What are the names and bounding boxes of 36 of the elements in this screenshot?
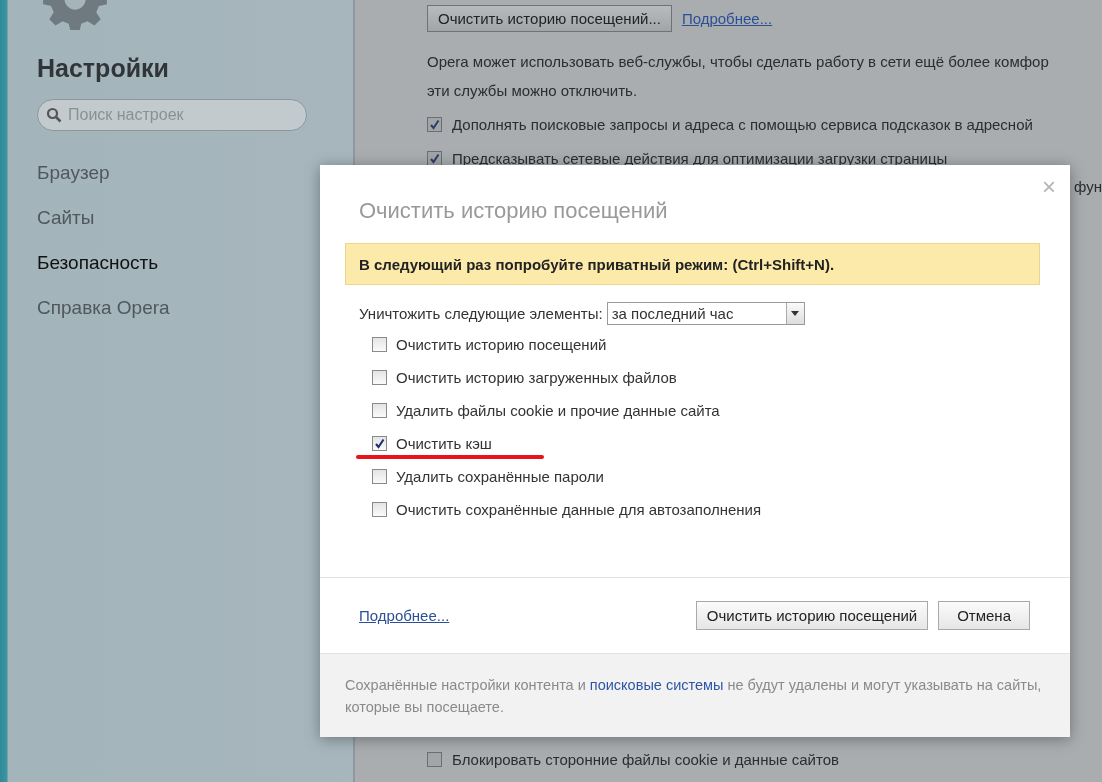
note-text: Сохранённые настройки контента и поисковые системы не будут удалены и могут указывать на сайты, которые вы посещаете. (320, 653, 1070, 737)
option-label: фун (1074, 178, 1102, 195)
search-field[interactable]: Поиск настроек (37, 99, 307, 131)
search-icon (46, 107, 62, 123)
period-label: Уничтожить следующие элементы: (359, 305, 603, 322)
checkbox[interactable] (372, 502, 387, 517)
checkbox[interactable] (372, 370, 387, 385)
option-label: Дополнять поисковые запросы и адреса с помощью сервиса подсказок в адресной (452, 115, 1033, 133)
checkbox[interactable] (372, 436, 387, 451)
checkbox[interactable] (372, 403, 387, 418)
description-text: Opera может использовать веб-службы, чтобы сделать работу в сети ещё более комфор (427, 52, 1050, 72)
checkbox[interactable] (372, 469, 387, 484)
option-label: Очистить сохранённые данные для автозаполнения (396, 501, 762, 518)
dialog-title: Очистить историю посещений (359, 198, 669, 224)
option-label: Очистить историю посещений (396, 336, 607, 353)
option-label: Удалить сохранённые пароли (396, 468, 604, 485)
checkbox[interactable] (427, 751, 442, 767)
clear-history-button[interactable]: Очистить историю посещений... (427, 5, 672, 32)
more-link[interactable]: Подробнее... (681, 10, 773, 27)
option-label: Удалить файлы cookie и прочие данные сайта (396, 402, 720, 419)
checkbox[interactable] (427, 150, 442, 166)
clear-history-button[interactable]: Очистить историю посещений (695, 601, 929, 630)
search-engines-link[interactable]: поисковые системы (589, 677, 724, 693)
checkbox[interactable] (372, 337, 387, 352)
notice-banner: В следующий раз попробуйте приватный режим: (Ctrl+Shift+N). (345, 243, 1040, 285)
more-link[interactable]: Подробнее... (359, 607, 450, 624)
option-label: Предсказывать сетевые действия для оптимизации загрузки страницы (452, 149, 948, 167)
cancel-button[interactable]: Отмена (938, 601, 1030, 630)
checkbox[interactable] (427, 116, 442, 132)
dropdown-arrow-icon (791, 311, 800, 316)
sidebar-title: Настройки (37, 54, 170, 83)
option-label: Очистить историю загруженных файлов (396, 369, 677, 386)
period-select[interactable]: за последний час (606, 302, 805, 325)
option-label: Очистить кэш (396, 435, 492, 452)
option-label: Блокировать сторонние файлы cookie и данные сайтов (452, 750, 839, 768)
description-text: эти службы можно отключить. (427, 81, 639, 101)
